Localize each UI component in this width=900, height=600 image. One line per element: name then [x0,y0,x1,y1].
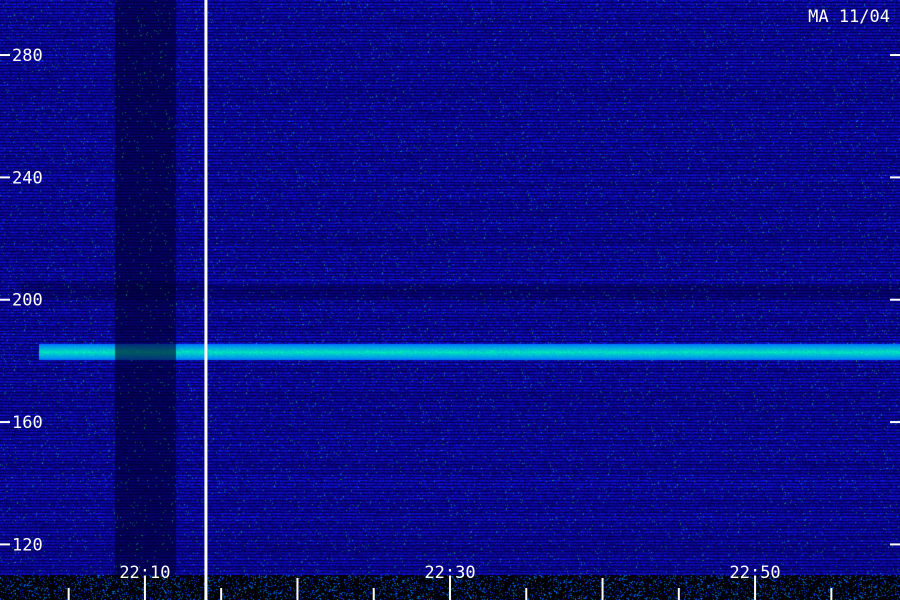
y-tick-label: 200 [12,291,43,311]
y-tick-label: 280 [12,46,43,66]
x-tick-label: 22:10 [119,563,170,583]
chart-title: MA 11/04 [808,7,890,27]
y-tick-label: 120 [12,535,43,555]
chart-overlay: 280 240 200 160 120 22:10 22:30 22:50 MA 11/04 [0,0,900,600]
x-tick-label: 22:50 [729,563,780,583]
y-tick-label: 240 [12,168,43,188]
y-axis-ticks: 280 240 200 160 120 [0,46,900,555]
x-axis-ticks: 22:10 22:30 22:50 [67,563,833,600]
x-tick-label: 22:30 [424,563,475,583]
y-tick-label: 160 [12,413,43,433]
